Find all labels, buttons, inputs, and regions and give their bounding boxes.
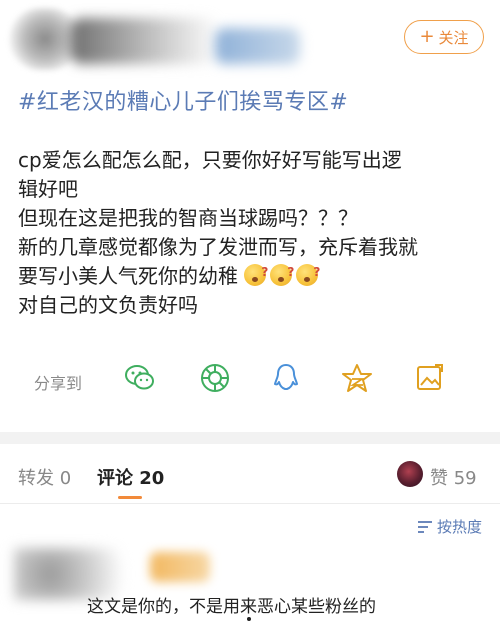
post-line: 对自己的文负责好吗 bbox=[18, 293, 198, 317]
topic-hashtag-link[interactable]: #红老汉的糟心儿子们挨骂专区# bbox=[18, 84, 348, 116]
confused-emoji-icon bbox=[296, 258, 320, 287]
section-divider bbox=[0, 432, 500, 444]
post-header: + 关注 bbox=[0, 0, 500, 80]
post-line: 但现在这是把我的智商当球踢吗？？？ bbox=[18, 206, 358, 230]
repost-label: 转发 bbox=[18, 468, 54, 489]
liker-avatar[interactable] bbox=[397, 461, 423, 487]
share-row: 分享到 bbox=[0, 360, 500, 400]
post-line: 要写小美人气死你的幼稚 bbox=[18, 264, 238, 288]
comment-count: 20 bbox=[139, 468, 165, 489]
post-line-with-emoji: 要写小美人气死你的幼稚 bbox=[18, 258, 488, 291]
confused-emoji-icon bbox=[244, 258, 268, 287]
repost-count: 0 bbox=[59, 468, 72, 489]
tab-repost[interactable]: 转发 0 bbox=[18, 464, 71, 490]
page-dot-indicator bbox=[247, 617, 251, 621]
interaction-tabs: 转发 0 评论 20 赞 59 bbox=[0, 444, 500, 504]
qzone-icon[interactable] bbox=[341, 362, 373, 394]
sort-label: 按热度 bbox=[436, 518, 482, 536]
commenter-badge-blurred bbox=[150, 552, 210, 582]
like-count: 59 bbox=[453, 468, 477, 489]
comment-text: 这文是你的，不是用来恶心某些粉丝的 bbox=[87, 597, 376, 617]
author-badge-blurred bbox=[215, 28, 300, 64]
comment-label: 评论 bbox=[97, 468, 133, 489]
picture-icon[interactable] bbox=[414, 362, 446, 394]
plus-icon: + bbox=[419, 26, 435, 47]
share-label: 分享到 bbox=[34, 374, 83, 393]
active-tab-indicator bbox=[118, 496, 142, 499]
like-label: 赞 bbox=[430, 468, 448, 489]
moments-icon[interactable] bbox=[199, 362, 231, 394]
qq-icon[interactable] bbox=[270, 362, 302, 394]
sort-by-hot-button[interactable]: 按热度 bbox=[417, 516, 482, 537]
tab-comment[interactable]: 评论 20 bbox=[97, 464, 164, 490]
tab-like[interactable]: 赞 59 bbox=[430, 464, 477, 490]
sort-icon bbox=[417, 520, 432, 533]
follow-label: 关注 bbox=[438, 28, 469, 47]
post-line: 辑好吧 bbox=[18, 177, 78, 201]
author-name-blurred[interactable] bbox=[70, 18, 220, 64]
wechat-icon[interactable] bbox=[124, 362, 156, 394]
post-body: cp爱怎么配怎么配，只要你好好写能写出逻 辑好吧 但现在这是把我的智商当球踢吗？… bbox=[18, 146, 488, 320]
follow-button[interactable]: + 关注 bbox=[404, 20, 484, 54]
confused-emoji-icon bbox=[270, 258, 294, 287]
post-line: 新的几章感觉都像为了发泄而写，充斥着我就 bbox=[18, 235, 418, 259]
post-line: cp爱怎么配怎么配，只要你好好写能写出逻 bbox=[18, 148, 402, 172]
